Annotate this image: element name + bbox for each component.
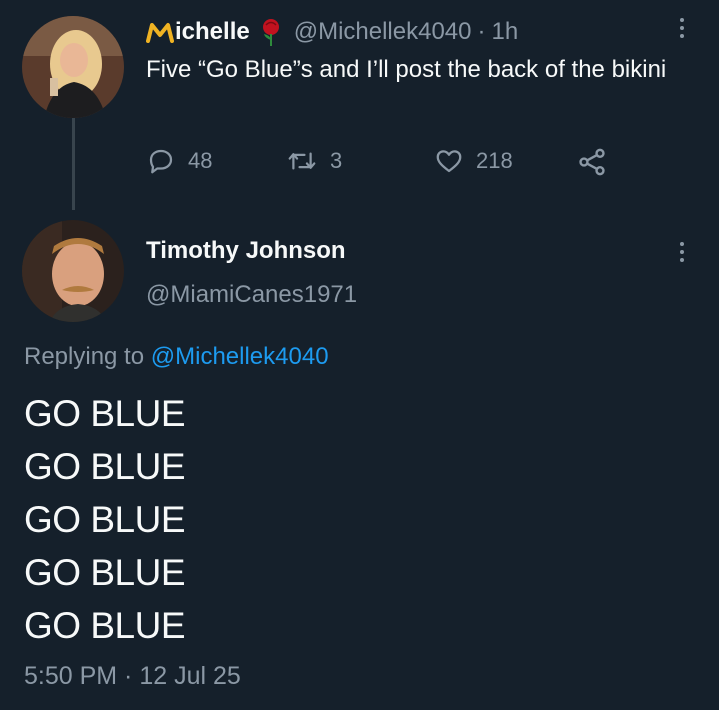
thread-line [72,118,75,210]
reply-button[interactable]: 48 [146,146,212,176]
parent-actions: 48 3 218 [146,140,616,184]
parent-avatar[interactable] [22,16,124,118]
parent-more-icon[interactable] [676,18,688,38]
replying-label: Replying to [24,343,145,370]
parent-name-text: ichelle [175,18,250,45]
replying-to-line: Replying to @Michellek4040 [24,343,329,371]
reply-line: GO BLUE [24,552,186,593]
replying-to-handle[interactable]: @Michellek4040 [151,343,329,370]
retweet-count: 3 [330,148,343,173]
stylized-m-icon [146,23,174,43]
reply-line: GO BLUE [24,393,186,434]
reply-display-name[interactable]: Timothy Johnson [146,237,346,265]
parent-separator: · [477,18,486,45]
reply-icon [149,149,173,174]
reply-line: GO BLUE [24,605,186,646]
like-button[interactable]: 218 [434,146,513,176]
retweet-button[interactable]: 3 [286,146,342,176]
rose-emoji [260,18,282,46]
reply-count: 48 [188,148,213,173]
like-count: 218 [476,148,513,173]
reply-more-icon[interactable] [676,242,688,262]
parent-time[interactable]: 1h [492,18,519,46]
heart-icon [436,150,462,173]
reply-timestamp[interactable]: 5:50 PM · 12 Jul 25 [24,662,241,691]
reply-avatar[interactable] [22,220,124,322]
reply-handle[interactable]: @MiamiCanes1971 [146,281,357,309]
parent-display-name[interactable]: ichelle [146,18,250,46]
share-button[interactable] [576,146,608,183]
share-icon [579,148,605,176]
parent-handle[interactable]: @Michellek4040 [294,18,472,46]
parent-tweet-text: Five “Go Blue”s and I’ll post the back o… [146,56,667,83]
reply-line: GO BLUE [24,499,186,540]
reply-body: GO BLUE GO BLUE GO BLUE GO BLUE GO BLUE [24,387,186,652]
parent-header: ichelle @Michellek4040 · 1h [146,16,518,48]
retweet-icon [288,152,316,170]
reply-line: GO BLUE [24,446,186,487]
